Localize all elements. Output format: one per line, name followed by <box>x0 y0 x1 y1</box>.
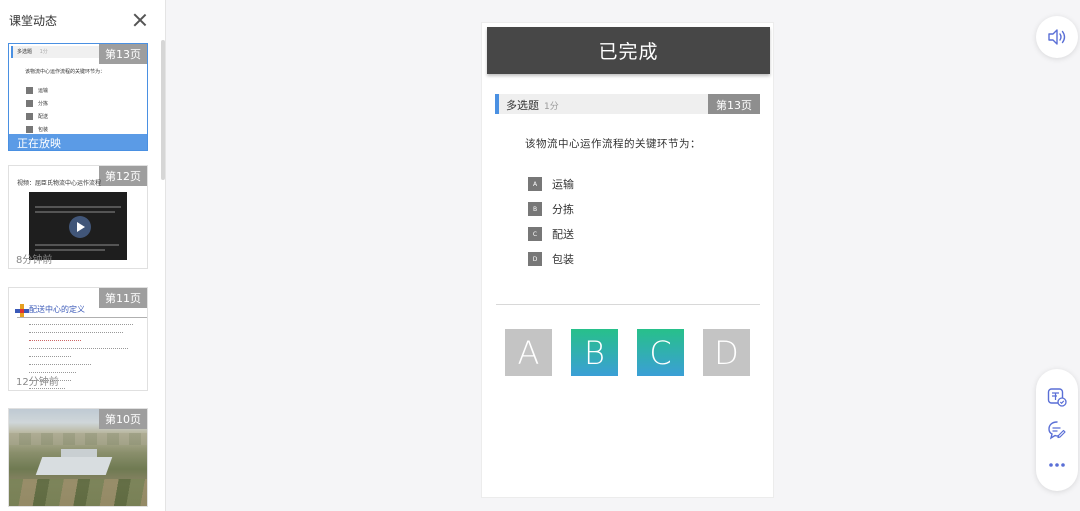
option-label: 包装 <box>552 253 574 266</box>
thumb-option: 包装 <box>26 126 48 133</box>
answer-button-d[interactable]: D <box>703 329 750 376</box>
thumb-question-text: 该物流中心运作流程的关键环节为： <box>25 69 106 75</box>
answer-button-a[interactable]: A <box>505 329 552 376</box>
thumb-time-ago: 8分钟前 <box>16 255 53 266</box>
option-letter: B <box>528 202 542 216</box>
option-c[interactable]: C 配送 <box>528 226 574 242</box>
close-icon[interactable] <box>133 13 147 27</box>
thumb-option: 分拣 <box>26 100 48 107</box>
sidebar-title: 课堂动态 <box>9 13 58 28</box>
sidebar: 课堂动态 多选题 1分 第13页 该物流中心运作流程的关键环节为： 运输 分拣 … <box>0 0 166 511</box>
tool-panel <box>1036 369 1078 491</box>
current-slide: 已完成 多选题 1分 第13页 该物流中心运作流程的关键环节为： A 运输 B … <box>481 22 774 498</box>
answer-button-b[interactable]: B <box>571 329 618 376</box>
option-a[interactable]: A 运输 <box>528 176 574 192</box>
question-text: 该物流中心运作流程的关键环节为： <box>525 138 701 150</box>
option-b[interactable]: B 分拣 <box>528 201 574 217</box>
thumb-page-badge: 第11页 <box>99 288 147 308</box>
thumb-time-ago: 12分钟前 <box>16 377 59 388</box>
answer-button-c[interactable]: C <box>637 329 684 376</box>
option-label: 运输 <box>552 178 574 191</box>
thumb-video-title: 视频：屈臣氏物流中心运作流程 <box>17 180 102 187</box>
comment-edit-icon[interactable] <box>1047 420 1067 440</box>
option-letter: A <box>528 177 542 191</box>
thumb-page-badge: 第13页 <box>99 44 147 64</box>
slide-thumbnail-photo[interactable]: 第10页 <box>8 408 148 507</box>
volume-button[interactable] <box>1036 16 1078 58</box>
thumb-slide-title: 配送中心的定义 <box>29 305 85 314</box>
thumb-question-score: 1分 <box>39 49 48 55</box>
page-badge: 第13页 <box>708 94 760 114</box>
more-dots-icon[interactable] <box>1047 455 1067 475</box>
option-label: 分拣 <box>552 203 574 216</box>
danmu-icon[interactable] <box>1047 387 1067 407</box>
slide-thumbnail-video[interactable]: 第12页 视频：屈臣氏物流中心运作流程 8分钟前 <box>8 165 148 269</box>
thumb-option: 配送 <box>26 113 48 120</box>
play-icon <box>69 216 91 238</box>
option-letter: C <box>528 227 542 241</box>
thumb-option: 运输 <box>26 87 48 94</box>
slide-thumbnail-current[interactable]: 多选题 1分 第13页 该物流中心运作流程的关键环节为： 运输 分拣 配送 包装… <box>8 43 148 151</box>
option-label: 配送 <box>552 228 574 241</box>
slide-thumbnail-text[interactable]: 第11页 配送中心的定义 12分钟前 <box>8 287 148 391</box>
now-playing-label: 正在放映 <box>9 134 147 150</box>
divider <box>496 304 760 305</box>
option-letter: D <box>528 252 542 266</box>
speaker-icon <box>1048 29 1066 45</box>
question-score: 1分 <box>544 102 559 112</box>
completed-banner: 已完成 <box>487 27 770 74</box>
sidebar-scrollbar[interactable] <box>161 40 165 180</box>
thumb-page-badge: 第12页 <box>99 166 147 186</box>
video-preview <box>29 192 127 260</box>
option-d[interactable]: D 包装 <box>528 251 574 267</box>
thumb-question-type: 多选题 <box>17 49 33 55</box>
slide-logo-icon <box>15 304 29 318</box>
question-type: 多选题 <box>506 99 539 112</box>
question-header: 多选题 1分 第13页 <box>495 94 760 114</box>
sidebar-header: 课堂动态 <box>0 0 165 40</box>
thumb-page-badge: 第10页 <box>99 409 147 429</box>
